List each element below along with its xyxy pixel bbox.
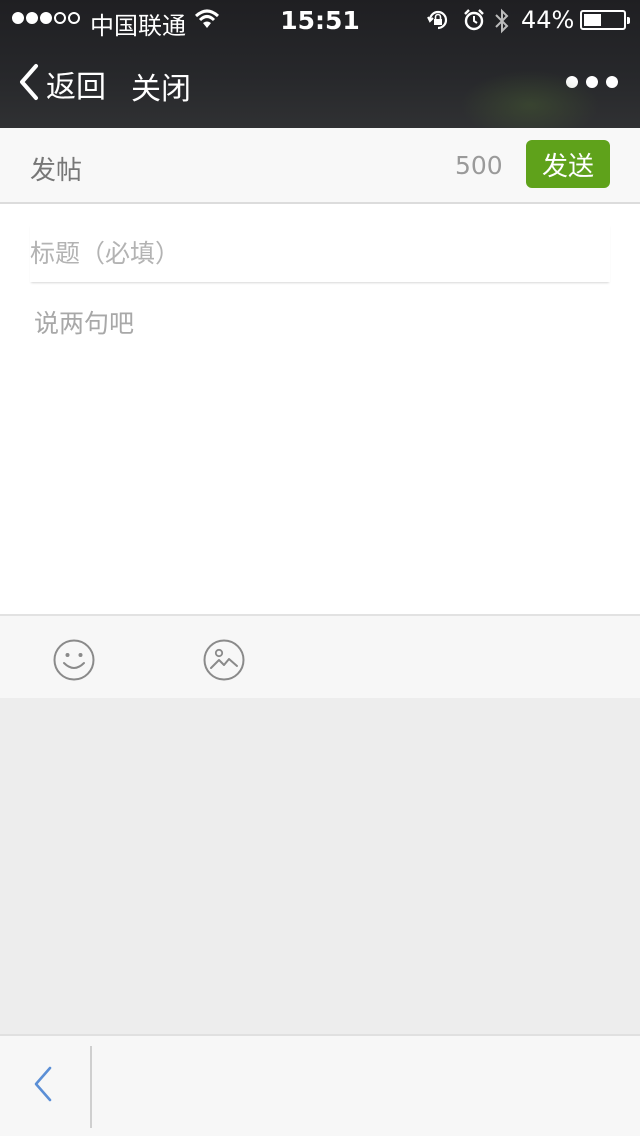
nav-bar: 返回 关闭 [0, 40, 640, 128]
back-button[interactable]: 返回 [18, 62, 106, 106]
carrier-name: 中国联通 [90, 12, 186, 40]
screen: 中国联通 15:51 44% 返回 关闭 发帖 500 发送 标题（必填） 说两… [0, 0, 640, 1136]
send-button[interactable]: 发送 [526, 140, 610, 188]
alarm-icon [462, 8, 486, 38]
browser-toolbar [0, 1034, 640, 1136]
toolbar-divider [90, 1046, 92, 1128]
more-options-icon[interactable] [566, 76, 618, 88]
battery-percent: 44% [521, 6, 575, 34]
compose-title: 发帖 [30, 156, 83, 186]
battery-icon [580, 10, 630, 30]
bluetooth-icon [494, 8, 510, 40]
signal-strength-icon [12, 12, 80, 24]
image-icon[interactable] [202, 638, 246, 682]
post-editor [0, 204, 640, 614]
body-textarea[interactable] [34, 304, 610, 594]
chevron-left-icon [18, 63, 40, 105]
status-bar: 中国联通 15:51 44% [0, 0, 640, 40]
back-button-label: 返回 [46, 70, 106, 105]
title-input[interactable] [30, 224, 610, 282]
header: 中国联通 15:51 44% 返回 关闭 [0, 0, 640, 128]
close-button[interactable]: 关闭 [131, 64, 191, 108]
emoji-icon[interactable] [52, 638, 96, 682]
compose-toolbar: 发帖 500 发送 [0, 128, 640, 204]
char-counter: 500 [455, 151, 503, 180]
keyboard-area-placeholder [0, 698, 640, 1034]
attachment-toolbar [0, 614, 640, 698]
rotation-lock-icon [426, 8, 450, 38]
wifi-icon [194, 8, 220, 36]
browser-back-icon[interactable] [28, 1064, 58, 1104]
